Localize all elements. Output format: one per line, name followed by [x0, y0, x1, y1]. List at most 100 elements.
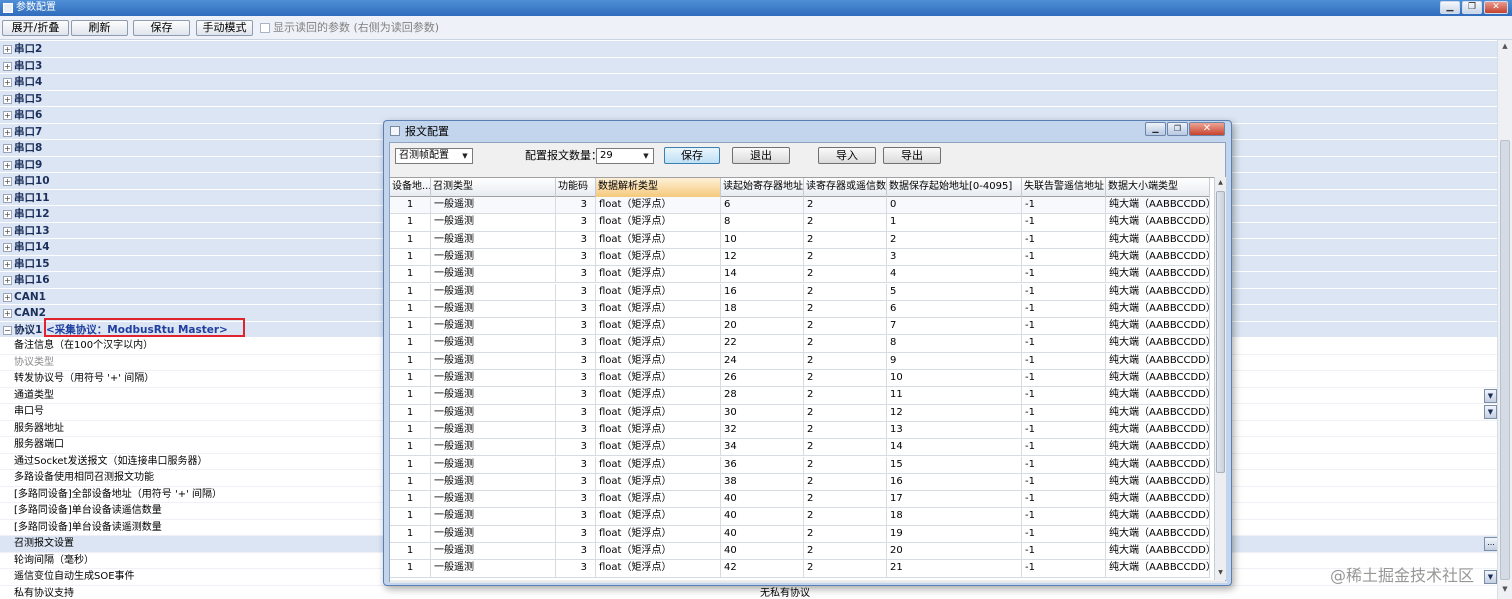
- table-row[interactable]: 1 一般遥测 3 float（矩浮点） 18 2 6 -1 纯大端（AABBCCDD）: [390, 300, 1210, 319]
- table-cell[interactable]: -1: [1022, 318, 1106, 336]
- table-cell[interactable]: 20: [887, 543, 1022, 560]
- table-cell[interactable]: float（矩浮点）: [596, 387, 721, 405]
- expand-icon[interactable]: +: [3, 226, 12, 236]
- tree-group-row[interactable]: + 串口2: [0, 41, 1512, 58]
- table-cell[interactable]: 纯大端（AABBCCDD）: [1106, 456, 1210, 474]
- table-row[interactable]: 1 一般遥测 3 float（矩浮点） 20 2 7 -1 纯大端（AABBCCDD）: [390, 318, 1210, 336]
- table-cell[interactable]: 1: [390, 197, 431, 214]
- table-cell[interactable]: 2: [804, 370, 887, 387]
- table-row[interactable]: 1 一般遥测 3 float（矩浮点） 40 2 18 -1 纯大端（AABBCCDD）: [390, 508, 1210, 526]
- table-cell[interactable]: float（矩浮点）: [596, 543, 721, 560]
- table-cell[interactable]: 纯大端（AABBCCDD）: [1106, 387, 1210, 405]
- table-row[interactable]: 1 一般遥测 3 float（矩浮点） 32 2 13 -1 纯大端（AABBCCDD）: [390, 421, 1210, 440]
- tree-group-row[interactable]: + 串口4: [0, 74, 1512, 91]
- table-cell[interactable]: -1: [1022, 387, 1106, 405]
- table-cell[interactable]: -1: [1022, 266, 1106, 284]
- table-cell[interactable]: 2: [804, 387, 887, 405]
- expand-icon[interactable]: +: [3, 160, 12, 170]
- expand-icon[interactable]: +: [3, 144, 12, 153]
- table-cell[interactable]: 纯大端（AABBCCDD）: [1106, 266, 1210, 284]
- property-row[interactable]: 私有协议支持 无私有协议: [0, 586, 1512, 599]
- grid-scroll-thumb[interactable]: [1216, 191, 1225, 473]
- table-cell[interactable]: float（矩浮点）: [596, 231, 721, 249]
- table-cell[interactable]: 纯大端（AABBCCDD）: [1106, 421, 1210, 439]
- table-cell[interactable]: 18: [887, 508, 1022, 526]
- table-cell[interactable]: 3: [556, 318, 596, 336]
- table-cell[interactable]: 2: [804, 456, 887, 474]
- column-header[interactable]: 数据解析类型: [596, 178, 721, 197]
- table-cell[interactable]: -1: [1022, 214, 1106, 232]
- table-cell[interactable]: 3: [556, 387, 596, 405]
- table-cell[interactable]: 3: [556, 404, 596, 422]
- table-cell[interactable]: float（矩浮点）: [596, 473, 721, 491]
- table-cell[interactable]: 一般遥测: [431, 456, 556, 474]
- table-row[interactable]: 1 一般遥测 3 float（矩浮点） 26 2 10 -1 纯大端（AABBCCDD）: [390, 370, 1210, 388]
- scroll-down-icon[interactable]: ▼: [1500, 585, 1510, 595]
- table-cell[interactable]: 2: [804, 421, 887, 439]
- table-cell[interactable]: 2: [804, 352, 887, 370]
- grid-scrollbar[interactable]: ▲ ▼: [1214, 177, 1226, 580]
- table-cell[interactable]: 一般遥测: [431, 473, 556, 491]
- table-cell[interactable]: 纯大端（AABBCCDD）: [1106, 214, 1210, 232]
- table-cell[interactable]: 16: [721, 283, 804, 301]
- table-cell[interactable]: 纯大端（AABBCCDD）: [1106, 370, 1210, 387]
- expand-icon[interactable]: +: [3, 45, 12, 54]
- column-header[interactable]: 失联告警遥信地址: [1022, 178, 1106, 197]
- import-button[interactable]: 导入: [818, 147, 876, 164]
- table-cell[interactable]: 2: [804, 266, 887, 284]
- table-cell[interactable]: 16: [887, 473, 1022, 491]
- table-cell[interactable]: 一般遥测: [431, 560, 556, 578]
- table-cell[interactable]: 12: [887, 404, 1022, 422]
- expand-icon[interactable]: +: [3, 259, 12, 269]
- table-cell[interactable]: 0: [887, 197, 1022, 214]
- dialog-exit-button[interactable]: 退出: [732, 147, 790, 164]
- mode-select[interactable]: 召测帧配置 ▼: [395, 148, 473, 164]
- column-header[interactable]: 召测类型: [431, 178, 556, 197]
- dialog-save-button[interactable]: 保存: [664, 147, 720, 164]
- table-cell[interactable]: 2: [804, 197, 887, 214]
- table-cell[interactable]: 纯大端（AABBCCDD）: [1106, 543, 1210, 560]
- table-cell[interactable]: float（矩浮点）: [596, 456, 721, 474]
- expand-icon[interactable]: +: [3, 177, 12, 186]
- table-cell[interactable]: 1: [390, 248, 431, 266]
- table-cell[interactable]: 24: [721, 352, 804, 370]
- table-cell[interactable]: 40: [721, 491, 804, 509]
- table-cell[interactable]: 3: [556, 283, 596, 301]
- table-cell[interactable]: 3: [556, 421, 596, 439]
- table-cell[interactable]: 3: [556, 214, 596, 232]
- table-cell[interactable]: -1: [1022, 543, 1106, 560]
- table-cell[interactable]: 1: [390, 370, 431, 387]
- table-cell[interactable]: 一般遥测: [431, 248, 556, 266]
- table-cell[interactable]: 2: [804, 283, 887, 301]
- table-cell[interactable]: 纯大端（AABBCCDD）: [1106, 300, 1210, 318]
- table-cell[interactable]: 14: [887, 439, 1022, 457]
- table-cell[interactable]: 1: [390, 404, 431, 422]
- table-cell[interactable]: 3: [556, 508, 596, 526]
- table-cell[interactable]: 18: [721, 300, 804, 318]
- grid-hscrollbar[interactable]: [390, 581, 1227, 583]
- table-cell[interactable]: 19: [887, 525, 1022, 543]
- expand-icon[interactable]: +: [3, 111, 12, 120]
- manual-mode-button[interactable]: 手动模式: [196, 20, 253, 36]
- expand-icon[interactable]: +: [3, 210, 12, 219]
- table-cell[interactable]: 38: [721, 473, 804, 491]
- table-cell[interactable]: -1: [1022, 473, 1106, 491]
- table-cell[interactable]: 一般遥测: [431, 283, 556, 301]
- table-cell[interactable]: 4: [887, 266, 1022, 284]
- table-cell[interactable]: 12: [721, 248, 804, 266]
- expand-icon[interactable]: +: [3, 276, 12, 285]
- table-cell[interactable]: 3: [887, 248, 1022, 266]
- table-cell[interactable]: 1: [390, 231, 431, 249]
- refresh-button[interactable]: 刷新: [71, 20, 128, 36]
- column-header[interactable]: 读寄存器或遥信数: [804, 178, 887, 197]
- table-cell[interactable]: float（矩浮点）: [596, 352, 721, 370]
- table-cell[interactable]: 2: [804, 473, 887, 491]
- tree-group-row[interactable]: + 串口5: [0, 90, 1512, 107]
- table-cell[interactable]: 22: [721, 335, 804, 353]
- main-scrollbar[interactable]: ▲ ▼: [1497, 40, 1512, 599]
- table-cell[interactable]: float（矩浮点）: [596, 335, 721, 353]
- expand-icon[interactable]: +: [3, 78, 12, 87]
- table-cell[interactable]: 2: [804, 525, 887, 543]
- grid-scroll-down-icon[interactable]: ▼: [1215, 567, 1226, 579]
- table-cell[interactable]: 1: [390, 387, 431, 405]
